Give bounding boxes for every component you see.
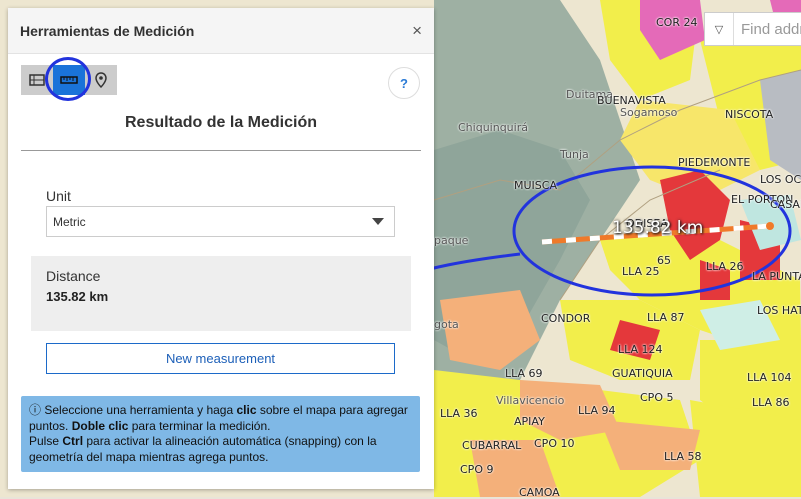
map-label: CPO 10 — [534, 437, 575, 450]
distance-tool-button[interactable] — [53, 65, 85, 95]
distance-label: Distance — [46, 268, 101, 284]
hint-text-bold: Doble clic — [71, 418, 129, 433]
map-label: LLA 86 — [752, 396, 790, 409]
ruler-icon — [60, 76, 78, 84]
map-label: LOS OCA — [760, 173, 801, 186]
chevron-down-icon: ▽ — [714, 23, 724, 36]
map-label: LLA 58 — [664, 450, 702, 463]
map-label: LLA 87 — [647, 311, 685, 324]
map-label: LLA 26 — [706, 260, 744, 273]
map-label: CONDOR — [541, 312, 591, 325]
location-tool-button[interactable] — [85, 65, 117, 95]
measure-end-point[interactable] — [766, 222, 774, 230]
map-label: CPO 9 — [460, 463, 494, 476]
search-source-dropdown[interactable]: ▽ — [705, 13, 734, 45]
map-label: paque — [434, 234, 469, 247]
close-button[interactable]: × — [412, 22, 422, 39]
map-label: LLA 25 — [622, 265, 660, 278]
map-label: LLA 124 — [618, 343, 663, 356]
map-label: Villavicencio — [496, 394, 565, 407]
map-label: CPO 5 — [640, 391, 674, 404]
hint-text: para terminar la medición. — [128, 418, 271, 433]
measurement-panel: Herramientas de Medición × ? Resultado d… — [8, 8, 434, 489]
measure-toolbar — [21, 65, 117, 95]
map-label: NISCOTA — [725, 108, 774, 121]
panel-header: Herramientas de Medición × — [8, 8, 434, 54]
map-label: Tunja — [560, 148, 589, 161]
unit-label: Unit — [46, 188, 71, 204]
caret-down-icon — [372, 218, 384, 225]
map-label: PIEDEMONTE — [678, 156, 751, 169]
map-label: LLA 104 — [747, 371, 792, 384]
map-label: LLA 69 — [505, 367, 543, 380]
map-label: 65 — [657, 254, 671, 267]
hint-text: Pulse — [29, 434, 63, 448]
location-pin-icon — [95, 72, 107, 89]
help-button[interactable]: ? — [388, 67, 420, 99]
panel-title: Herramientas de Medición — [20, 22, 195, 39]
search-input[interactable] — [734, 19, 801, 39]
map-label: COR 24 — [656, 16, 698, 29]
measurement-label: 135.82 km — [612, 218, 704, 238]
map-label: CASAN — [770, 198, 801, 211]
search-box[interactable]: ▽ — [704, 12, 801, 46]
area-icon — [29, 74, 45, 86]
info-icon: ⓘ — [29, 403, 42, 417]
map-label: CAMOA — [519, 486, 560, 499]
result-box: Distance 135.82 km — [31, 256, 411, 331]
map-label: MUISCA — [514, 179, 557, 192]
map-label: GUATIQUIA — [612, 367, 673, 380]
hint-text: Seleccione una herramienta y haga — [44, 403, 237, 417]
map-label: LOS HATOS — [757, 304, 801, 317]
hint-box: ⓘ Seleccione una herramienta y haga clic… — [21, 396, 420, 472]
result-title: Resultado de la Medición — [124, 114, 318, 131]
area-tool-button[interactable] — [21, 65, 53, 95]
unit-select-value: Metric — [53, 214, 86, 229]
distance-value: 135.82 km — [46, 289, 109, 304]
unit-select[interactable]: Metric — [46, 206, 395, 237]
map-label: CUBARRAL — [462, 439, 522, 452]
divider — [21, 150, 421, 151]
map-label: LA PUNTA — [752, 270, 801, 283]
new-measurement-button[interactable]: New measurement — [46, 343, 395, 374]
map-label: LLA 36 — [440, 407, 478, 420]
map-label: Chiquinquirá — [458, 121, 528, 134]
hint-text-bold: Ctrl — [62, 434, 84, 448]
map-label: Sogamoso — [620, 106, 678, 119]
map-label: LLA 94 — [578, 404, 616, 417]
map-label: APIAY — [514, 415, 545, 428]
hint-text-bold: clic — [236, 403, 257, 417]
map-label: gota — [434, 318, 459, 331]
